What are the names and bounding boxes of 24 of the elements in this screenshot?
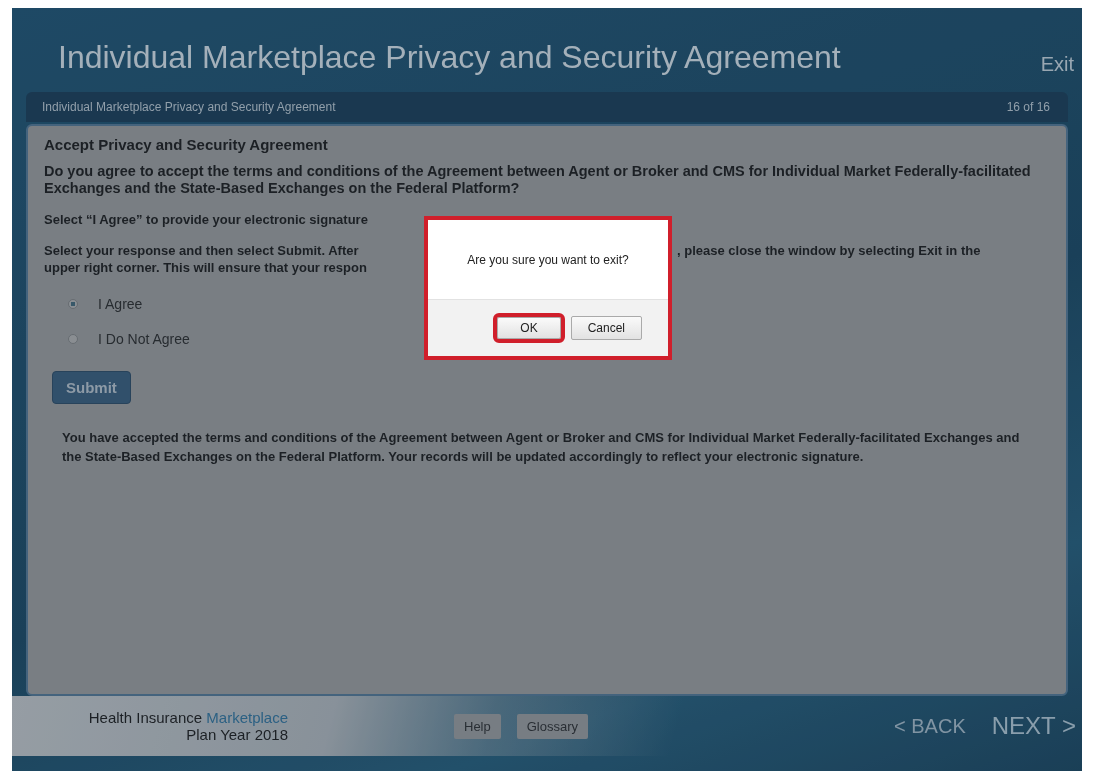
progress-counter: 16 of 16 [1006, 100, 1050, 114]
dialog-message: Are you sure you want to exit? [466, 251, 630, 269]
back-link[interactable]: < BACK [894, 714, 966, 738]
confirmation-text: You have accepted the terms and conditions of the Agreement between Agent or Broker and CMS for Individual Market Federally-facilitated Exchanges and the State-Based Exchanges on the Federal Platform. Your records will be updated accordingly to reflect your electronic signature. [62, 429, 1021, 466]
submit-button[interactable]: Submit [52, 371, 131, 404]
instruction-text: upper right corner. This will ensure that your respon [44, 259, 368, 276]
next-link[interactable]: NEXT > [991, 712, 1076, 740]
glossary-button[interactable]: Glossary [516, 713, 589, 739]
option-label: I Do Not Agree [98, 331, 190, 347]
cancel-button[interactable]: Cancel [570, 316, 642, 340]
instruction-text: Select “I Agree” to provide your electronic signature [44, 211, 369, 228]
instruction-text: , please close the window by selecting Exit in the [677, 242, 981, 259]
radio-button[interactable] [68, 334, 78, 344]
window-title: Individual Marketplace Privacy and Security Agreement [58, 39, 841, 76]
option-label: I Agree [98, 296, 143, 312]
radio-button[interactable] [68, 299, 78, 309]
plan-year: Plan Year 2018 [186, 726, 288, 743]
question-text: Do you agree to accept the terms and conditions of the Agreement between Agent or Broker and CMS for Individual Market Federally-facilitated Exchanges and the State-Based Exchanges on the Federal Platform? [44, 163, 1032, 197]
breadcrumb-title: Individual Marketplace Privacy and Security Agreement [42, 100, 336, 114]
brand-name: Health Insurance Marketplace [88, 709, 288, 726]
instruction-text: Select your response and then select Submit. After [44, 242, 360, 259]
help-button[interactable]: Help [454, 713, 501, 739]
exit-link[interactable]: Exit [1040, 53, 1074, 76]
section-heading: Accept Privacy and Security Agreement [44, 136, 329, 153]
